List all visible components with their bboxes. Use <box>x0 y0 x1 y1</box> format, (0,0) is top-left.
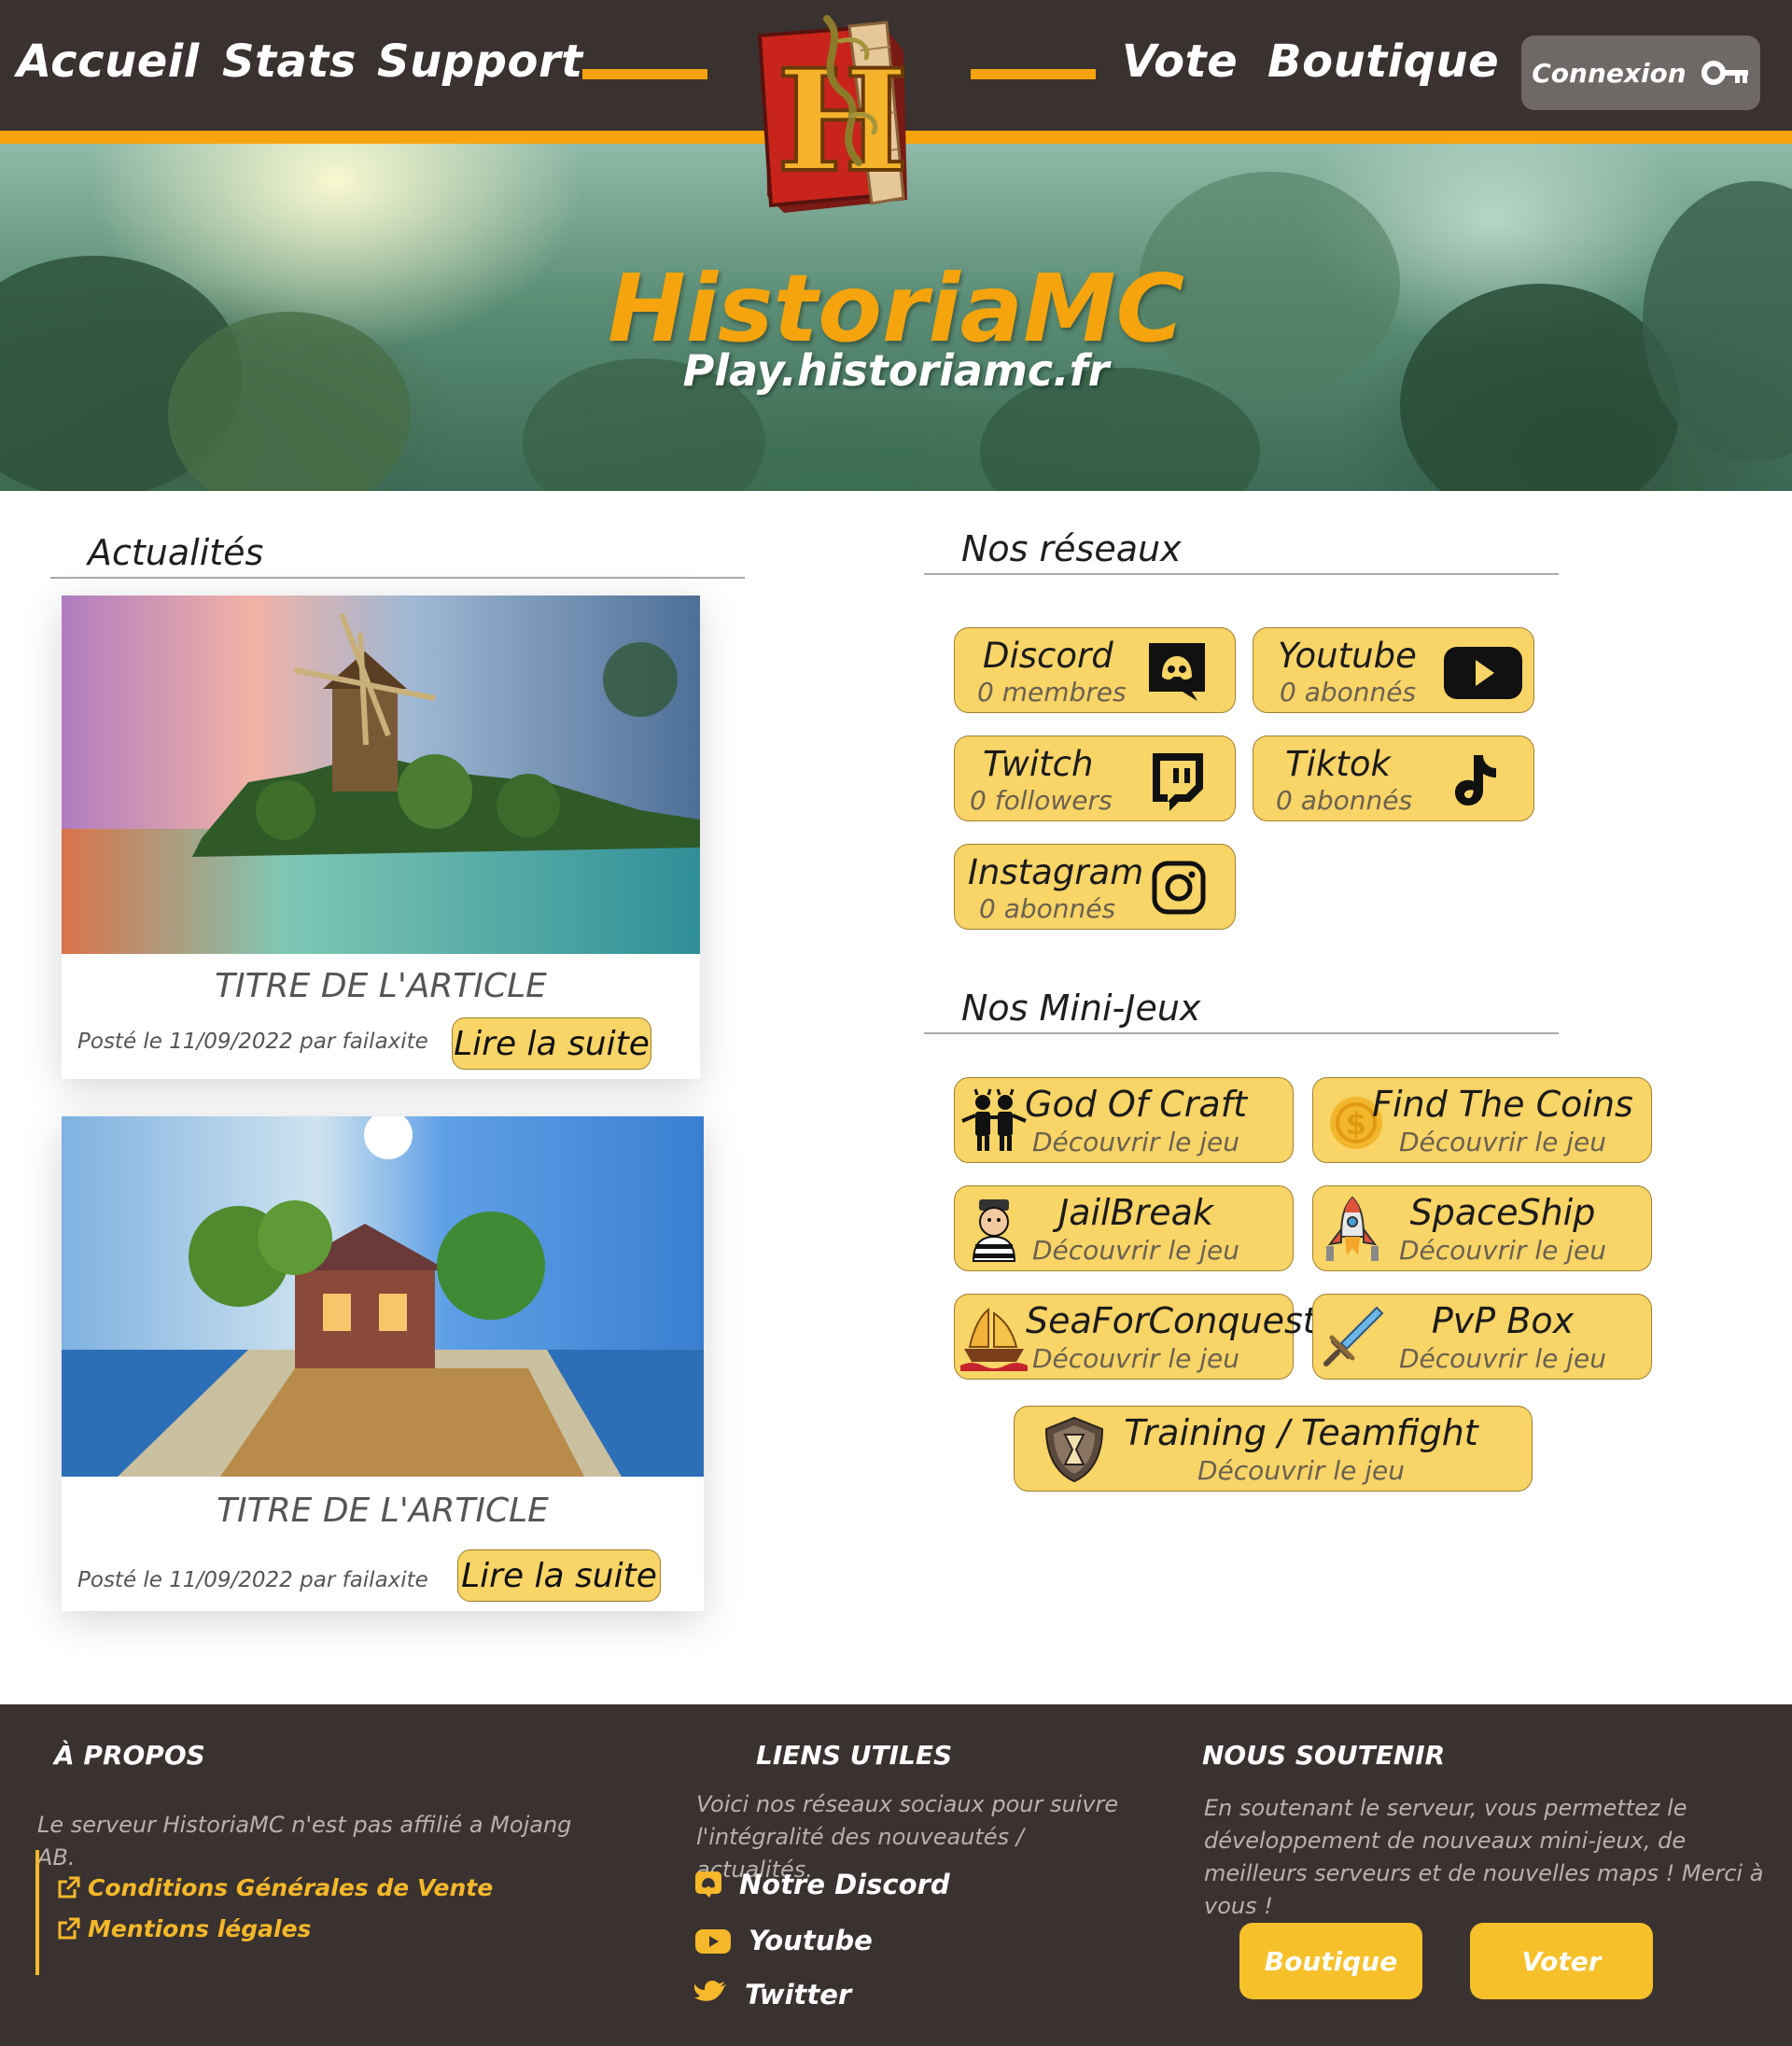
article-card-1: TITRE DE L'ARTICLE Posté le 11/09/2022 p… <box>62 596 700 1079</box>
nav-stats[interactable]: Stats <box>222 35 357 88</box>
footer-link-label: Mentions légales <box>88 1915 312 1942</box>
social-count: 0 abonnés <box>979 893 1116 924</box>
discord-icon <box>1149 643 1205 701</box>
nav-divider-left <box>582 69 707 79</box>
game-name: Find The Coins <box>1372 1084 1633 1125</box>
footer-link-cgv[interactable]: Conditions Générales de Vente <box>56 1874 493 1901</box>
footer-link-label: Conditions Générales de Vente <box>88 1874 494 1901</box>
svg-text:H: H <box>777 39 909 203</box>
game-card-god-of-craft[interactable]: God Of Craft Découvrir le jeu <box>954 1077 1294 1163</box>
game-name: God Of Craft <box>1025 1084 1247 1125</box>
game-card-pvp-box[interactable]: PvP Box Découvrir le jeu <box>1312 1294 1652 1380</box>
login-label: Connexion <box>1532 57 1687 89</box>
social-name: Instagram <box>968 852 1144 892</box>
social-card-instagram[interactable]: Instagram 0 abonnés <box>954 844 1236 930</box>
youtube-icon <box>695 1929 731 1954</box>
footer-about-accent-bar <box>35 1850 39 1975</box>
game-cta: Découvrir le jeu <box>1399 1343 1606 1374</box>
key-icon <box>1701 61 1748 85</box>
social-card-twitch[interactable]: Twitch 0 followers <box>954 736 1236 821</box>
nav-support[interactable]: Support <box>377 35 583 88</box>
social-name: Discord <box>983 636 1113 676</box>
footer-about-text: Le serveur HistoriaMC n'est pas affilié … <box>37 1812 572 1871</box>
footer-link-label: Youtube <box>749 1925 873 1956</box>
login-button[interactable]: Connexion <box>1521 35 1760 110</box>
social-count: 0 followers <box>970 785 1113 816</box>
footer-useful-heading: LIENS UTILES <box>756 1740 953 1771</box>
server-address[interactable]: Play.historiamc.fr <box>0 345 1792 396</box>
footer-link-twitter[interactable]: Twitter <box>694 1979 851 2011</box>
article-card-2: TITRE DE L'ARTICLE Posté le 11/09/2022 p… <box>62 1116 704 1611</box>
read-more-button-2[interactable]: Lire la suite <box>457 1549 661 1602</box>
social-card-tiktok[interactable]: Tiktok 0 abonnés <box>1253 736 1534 821</box>
footer-support-text: En soutenant le serveur, vous permettez … <box>1204 1795 1764 1919</box>
footer-link-discord[interactable]: Notre Discord <box>694 1869 950 1900</box>
minigames-heading-underline <box>924 1032 1559 1034</box>
game-card-jailbreak[interactable]: JailBreak Découvrir le jeu <box>954 1185 1294 1271</box>
youtube-icon <box>1444 647 1522 699</box>
game-cta: Découvrir le jeu <box>1399 1235 1606 1266</box>
game-card-find-the-coins[interactable]: $ Find The Coins Découvrir le jeu <box>1312 1077 1652 1163</box>
networks-heading: Nos réseaux <box>961 528 1182 569</box>
nav-vote[interactable]: Vote <box>1122 35 1238 88</box>
footer-link-youtube[interactable]: Youtube <box>694 1925 873 1956</box>
minigames-heading: Nos Mini-Jeux <box>961 988 1201 1029</box>
social-count: 0 membres <box>977 677 1127 708</box>
twitter-icon <box>694 1981 726 2001</box>
footer-support-heading: NOUS SOUTENIR <box>1202 1740 1446 1771</box>
game-cta: Découvrir le jeu <box>1032 1235 1239 1266</box>
nav-accueil[interactable]: Accueil <box>17 35 200 88</box>
read-more-button-1[interactable]: Lire la suite <box>452 1017 651 1070</box>
game-name: JailBreak <box>1058 1192 1213 1233</box>
article-image-1[interactable] <box>62 596 700 954</box>
nav-divider-right <box>971 69 1096 79</box>
game-card-training-teamfight[interactable]: Training / Teamfight Découvrir le jeu <box>1014 1406 1533 1492</box>
social-card-discord[interactable]: Discord 0 membres <box>954 627 1236 713</box>
game-cta: Découvrir le jeu <box>1197 1455 1405 1486</box>
news-heading-underline <box>50 577 745 579</box>
game-cta: Découvrir le jeu <box>1032 1127 1239 1157</box>
nav-boutique[interactable]: Boutique <box>1267 35 1499 88</box>
social-name: Youtube <box>1278 636 1417 676</box>
external-link-icon <box>58 1876 80 1898</box>
footer-vote-button[interactable]: Voter <box>1470 1923 1653 1999</box>
article-title-1[interactable]: TITRE DE L'ARTICLE <box>62 967 700 1005</box>
footer-link-mentions[interactable]: Mentions légales <box>56 1915 311 1942</box>
footer-link-label: Twitter <box>745 1979 852 2011</box>
game-card-seaforconquest[interactable]: SeaForConquest Découvrir le jeu <box>954 1294 1317 1380</box>
social-name: Tiktok <box>1285 744 1391 784</box>
game-name: Training / Teamfight <box>1124 1412 1478 1453</box>
game-name: SpaceShip <box>1409 1192 1596 1233</box>
external-link-icon <box>58 1917 80 1939</box>
game-name: SeaForConquest <box>1026 1300 1317 1341</box>
social-card-youtube[interactable]: Youtube 0 abonnés <box>1253 627 1534 713</box>
twitch-icon <box>1153 753 1203 811</box>
footer-shop-button[interactable]: Boutique <box>1239 1923 1422 1999</box>
tiktok-icon <box>1455 755 1496 806</box>
social-count: 0 abonnés <box>1280 677 1417 708</box>
game-name: PvP Box <box>1431 1300 1575 1341</box>
social-name: Twitch <box>983 744 1094 784</box>
article-image-2[interactable] <box>62 1116 704 1477</box>
article-title-2[interactable]: TITRE DE L'ARTICLE <box>62 1492 704 1530</box>
footer-about-heading: À PROPOS <box>54 1740 205 1771</box>
game-cta: Découvrir le jeu <box>1399 1127 1606 1157</box>
social-count: 0 abonnés <box>1276 785 1413 816</box>
footer-link-label: Notre Discord <box>739 1869 950 1900</box>
instagram-icon <box>1152 861 1206 915</box>
networks-heading-underline <box>924 573 1559 575</box>
discord-icon <box>695 1871 721 1898</box>
historiamc-logo[interactable]: H <box>747 13 924 220</box>
article-meta-2: Posté le 11/09/2022 par failaxite <box>77 1568 428 1592</box>
game-cta: Découvrir le jeu <box>1032 1343 1239 1374</box>
game-card-spaceship[interactable]: SpaceShip Découvrir le jeu <box>1312 1185 1652 1271</box>
article-meta-1: Posté le 11/09/2022 par failaxite <box>77 1030 428 1054</box>
news-heading: Actualités <box>88 532 264 573</box>
